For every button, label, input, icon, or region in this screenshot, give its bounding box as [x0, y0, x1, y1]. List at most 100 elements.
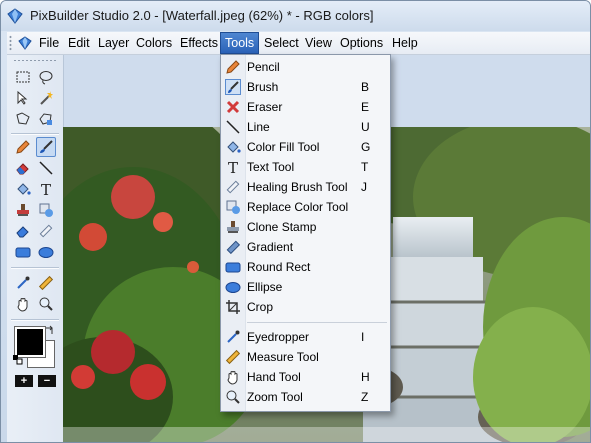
menu-separator — [247, 322, 387, 323]
replace-color-icon — [39, 203, 53, 217]
magnetic-lasso-tool[interactable] — [36, 109, 56, 129]
menu-item-hand[interactable]: Hand Tool H — [221, 367, 390, 387]
menu-help[interactable]: Help — [388, 32, 422, 54]
hand-icon — [227, 371, 238, 385]
clone-stamp-tool[interactable] — [13, 200, 33, 220]
ellipse-tool[interactable] — [36, 242, 56, 262]
eraser2-tool[interactable] — [13, 221, 33, 241]
menu-item-shortcut: I — [361, 330, 365, 344]
menu-item-round-rect[interactable]: Round Rect — [221, 257, 390, 277]
menu-item-measure[interactable]: Measure Tool — [221, 347, 390, 367]
menubar-grip[interactable] — [9, 35, 12, 51]
menu-options[interactable]: Options — [336, 32, 387, 54]
menu-item-line[interactable]: Line U — [221, 117, 390, 137]
menu-item-label: Eyedropper — [247, 330, 310, 344]
menu-item-label: Healing Brush Tool — [247, 180, 348, 194]
menu-item-shortcut: H — [361, 370, 370, 384]
text-icon: T — [41, 181, 51, 197]
menu-item-shortcut: G — [361, 140, 371, 154]
line-tool[interactable] — [36, 158, 56, 178]
tool-separator — [11, 267, 59, 269]
clone-stamp-icon — [227, 221, 239, 233]
menu-item-label: Eraser — [247, 100, 283, 114]
swap-colors-icon[interactable] — [44, 325, 56, 337]
menu-item-pencil[interactable]: Pencil — [221, 57, 390, 77]
menu-item-text[interactable]: T Text Tool T — [221, 157, 390, 177]
app-window: PixBuilder Studio 2.0 - [Waterfall.jpeg … — [0, 0, 591, 443]
menu-file[interactable]: File — [35, 32, 63, 54]
crop-icon — [226, 300, 240, 314]
measure-tool[interactable] — [36, 273, 56, 293]
remove-button[interactable]: − — [38, 375, 56, 387]
eyedropper-tool[interactable] — [13, 273, 33, 293]
rect-select-tool[interactable] — [13, 67, 33, 87]
svg-text:T: T — [228, 159, 238, 175]
menu-item-color-fill[interactable]: Color Fill Tool G — [221, 137, 390, 157]
shape-select-tool[interactable] — [13, 109, 33, 129]
move-tool[interactable] — [13, 88, 33, 108]
menu-item-label: Brush — [247, 80, 279, 94]
eyedropper-icon — [17, 276, 30, 289]
menu-item-gradient[interactable]: Gradient — [221, 237, 390, 257]
paint-bucket-tool[interactable] — [13, 179, 33, 199]
app-logo-icon — [7, 8, 23, 24]
menu-item-eraser[interactable]: Eraser E — [221, 97, 390, 117]
healing-brush-icon — [226, 180, 240, 194]
brush-tool[interactable] — [36, 137, 56, 157]
menu-item-label: Replace Color Tool — [247, 200, 349, 214]
app-menu-icon[interactable] — [17, 35, 33, 51]
text-icon: T — [228, 159, 238, 175]
brush-icon — [225, 79, 241, 95]
menu-item-shortcut: J — [361, 180, 367, 194]
tool-separator — [11, 319, 59, 321]
menu-item-label: Ellipse — [247, 280, 283, 294]
zoom-tool[interactable] — [36, 294, 56, 314]
healing-brush-icon — [39, 224, 53, 238]
menu-item-shortcut: U — [361, 120, 370, 134]
hand-tool[interactable] — [13, 294, 33, 314]
menu-effects[interactable]: Effects — [176, 32, 222, 54]
pencil-tool[interactable] — [13, 137, 33, 157]
menu-item-shortcut: T — [361, 160, 369, 174]
menu-item-clone-stamp[interactable]: Clone Stamp — [221, 217, 390, 237]
menu-tools[interactable]: Tools — [220, 32, 260, 54]
foreground-color-swatch[interactable] — [14, 326, 46, 358]
menu-item-eyedropper[interactable]: Eyedropper I — [221, 327, 390, 347]
toolpanel-grip[interactable] — [13, 59, 57, 62]
menu-item-zoom[interactable]: Zoom Tool Z — [221, 387, 390, 407]
menu-item-ellipse[interactable]: Ellipse — [221, 277, 390, 297]
menu-colors[interactable]: Colors — [132, 32, 176, 54]
menu-item-healing-brush[interactable]: Healing Brush Tool J — [221, 177, 390, 197]
menu-bar: File Edit Layer Colors Effects Tools Sel… — [7, 32, 590, 55]
block-eraser-icon — [16, 226, 29, 238]
menu-item-crop[interactable]: Crop — [221, 297, 390, 317]
menu-item-label: Line — [247, 120, 270, 134]
text-tool[interactable]: T — [36, 179, 56, 199]
menu-item-label: Pencil — [247, 60, 280, 74]
eyedropper-icon — [227, 330, 240, 343]
reset-colors-icon[interactable] — [13, 355, 23, 365]
healing-brush-tool[interactable] — [36, 221, 56, 241]
menu-select[interactable]: Select — [260, 32, 303, 54]
menu-item-replace-color[interactable]: Replace Color Tool — [221, 197, 390, 217]
menu-item-label: Clone Stamp — [247, 220, 317, 234]
tool-separator — [11, 133, 59, 135]
replace-color-icon — [226, 200, 240, 214]
eraser-tool[interactable] — [13, 158, 33, 178]
menu-view[interactable]: View — [301, 32, 336, 54]
magic-wand-tool[interactable] — [36, 88, 56, 108]
menu-item-shortcut: B — [361, 80, 370, 94]
menu-layer[interactable]: Layer — [94, 32, 133, 54]
menu-item-label: Hand Tool — [247, 370, 301, 384]
lasso-tool[interactable] — [36, 67, 56, 87]
menu-item-brush[interactable]: Brush B — [221, 77, 390, 97]
eraser-icon — [16, 163, 29, 175]
rect-select-icon — [16, 71, 30, 83]
menu-item-label: Color Fill Tool — [247, 140, 320, 154]
measure-icon — [38, 275, 54, 291]
add-button[interactable]: + — [15, 375, 33, 387]
gradient-icon — [226, 240, 241, 255]
replace-color-tool[interactable] — [36, 200, 56, 220]
round-rect-tool[interactable] — [13, 242, 33, 262]
menu-edit[interactable]: Edit — [64, 32, 94, 54]
